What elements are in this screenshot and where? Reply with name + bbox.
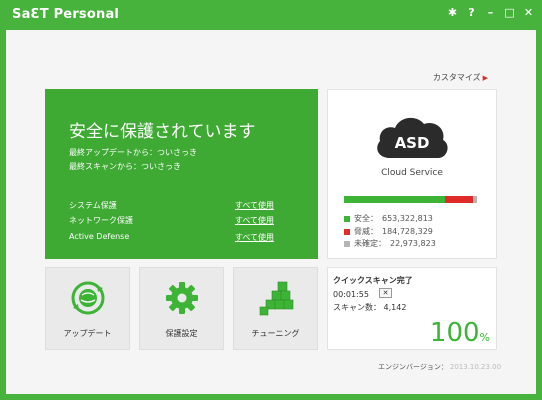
scan-count-value: 4,142	[383, 303, 407, 312]
stat-label: 未確定：	[354, 239, 386, 248]
last-scan-text: 最終スキャンから：ついさっき	[69, 162, 181, 171]
bar-unknown-segment	[473, 196, 477, 203]
update-label: アップデート	[63, 329, 112, 338]
bar-safe-segment	[344, 196, 446, 203]
settings-icon[interactable]: ✱	[447, 6, 458, 20]
status-title: 安全に保護されています	[69, 122, 256, 142]
tuning-button[interactable]: チューニング	[233, 267, 318, 350]
maximize-icon[interactable]: □	[504, 6, 515, 20]
scan-dismiss-button[interactable]: ✕	[379, 288, 392, 298]
help-icon[interactable]: ?	[466, 6, 477, 20]
cloud-service-panel[interactable]: ASD Cloud Service 安全： 653,322,813 脅威： 18…	[327, 89, 497, 259]
window-controls: ✱ ? – □ ✕	[447, 6, 534, 20]
app-title: SaƐT Personal	[12, 7, 120, 22]
protection-settings-button[interactable]: 保護設定	[139, 267, 224, 350]
stat-value: 653,322,813	[382, 214, 433, 223]
customize-link[interactable]: カスタマイズ ▶	[433, 72, 488, 83]
scan-elapsed-time: 00:01:55	[333, 290, 369, 299]
last-update-text: 最終アップデートから：ついさっき	[69, 148, 197, 157]
customize-label: カスタマイズ	[432, 73, 481, 82]
scan-progress-percent: 100%	[430, 318, 490, 348]
close-icon[interactable]: ✕	[523, 6, 534, 20]
feature-link-network[interactable]: すべて使用	[235, 215, 274, 226]
cloud-logo-text: ASD	[395, 134, 430, 152]
title-bar[interactable]: SaƐT Personal ✱ ? – □ ✕	[0, 0, 542, 30]
update-button[interactable]: アップデート	[45, 267, 130, 350]
feature-name: システム保護	[69, 201, 117, 210]
stat-safe: 安全： 653,322,813	[344, 213, 433, 224]
engine-version-label: エンジンバージョン：	[378, 363, 448, 371]
scan-title: クイックスキャン完了	[333, 276, 413, 285]
update-globe-icon	[71, 281, 105, 315]
tuning-cubes-icon	[259, 281, 294, 316]
stat-value: 184,728,329	[382, 227, 433, 236]
chevron-right-icon: ▶	[482, 74, 488, 82]
quick-scan-panel: クイックスキャン完了 00:01:55 ✕ スキャン数： 4,142 100%	[327, 267, 497, 350]
app-window: SaƐT Personal ✱ ? – □ ✕ カスタマイズ ▶ 安全に保護されて…	[0, 0, 542, 400]
stat-value: 22,973,823	[390, 239, 436, 248]
minimize-icon[interactable]: –	[485, 6, 496, 20]
feature-link-active-defense[interactable]: すべて使用	[235, 232, 274, 243]
cloud-caption: Cloud Service	[381, 168, 443, 178]
threat-swatch	[344, 228, 350, 235]
feature-row-active-defense: Active Defense すべて使用	[69, 232, 274, 243]
scan-percent-sign: %	[479, 331, 490, 344]
engine-version: エンジンバージョン： 2013.10.23.00	[378, 362, 501, 372]
bar-threat-segment	[445, 196, 473, 203]
feature-row-network: ネットワーク保護 すべて使用	[69, 215, 274, 226]
engine-version-value: 2013.10.23.00	[449, 363, 502, 371]
stat-label: 脅威：	[354, 227, 378, 236]
gear-icon	[166, 282, 198, 314]
feature-row-system: システム保護 すべて使用	[69, 200, 274, 211]
scan-count-label: スキャン数：	[333, 303, 381, 312]
feature-name: ネットワーク保護	[69, 216, 133, 225]
cloud-icon: ASD	[377, 117, 448, 158]
feature-link-system[interactable]: すべて使用	[235, 200, 274, 211]
protection-settings-label: 保護設定	[165, 329, 198, 338]
scan-count: スキャン数： 4,142	[333, 302, 406, 313]
stat-unknown: 未確定： 22,973,823	[344, 238, 436, 249]
stat-label: 安全：	[354, 214, 378, 223]
scan-percent-value: 100	[429, 318, 480, 348]
stat-threat: 脅威： 184,728,329	[344, 226, 433, 237]
feature-name: Active Defense	[69, 232, 130, 241]
safe-swatch	[344, 215, 350, 222]
threat-ratio-bar	[344, 196, 477, 203]
unknown-swatch	[344, 240, 350, 247]
protection-status-panel: 安全に保護されています 最終アップデートから：ついさっき 最終スキャンから：つい…	[45, 89, 318, 259]
tuning-label: チューニング	[251, 329, 300, 338]
